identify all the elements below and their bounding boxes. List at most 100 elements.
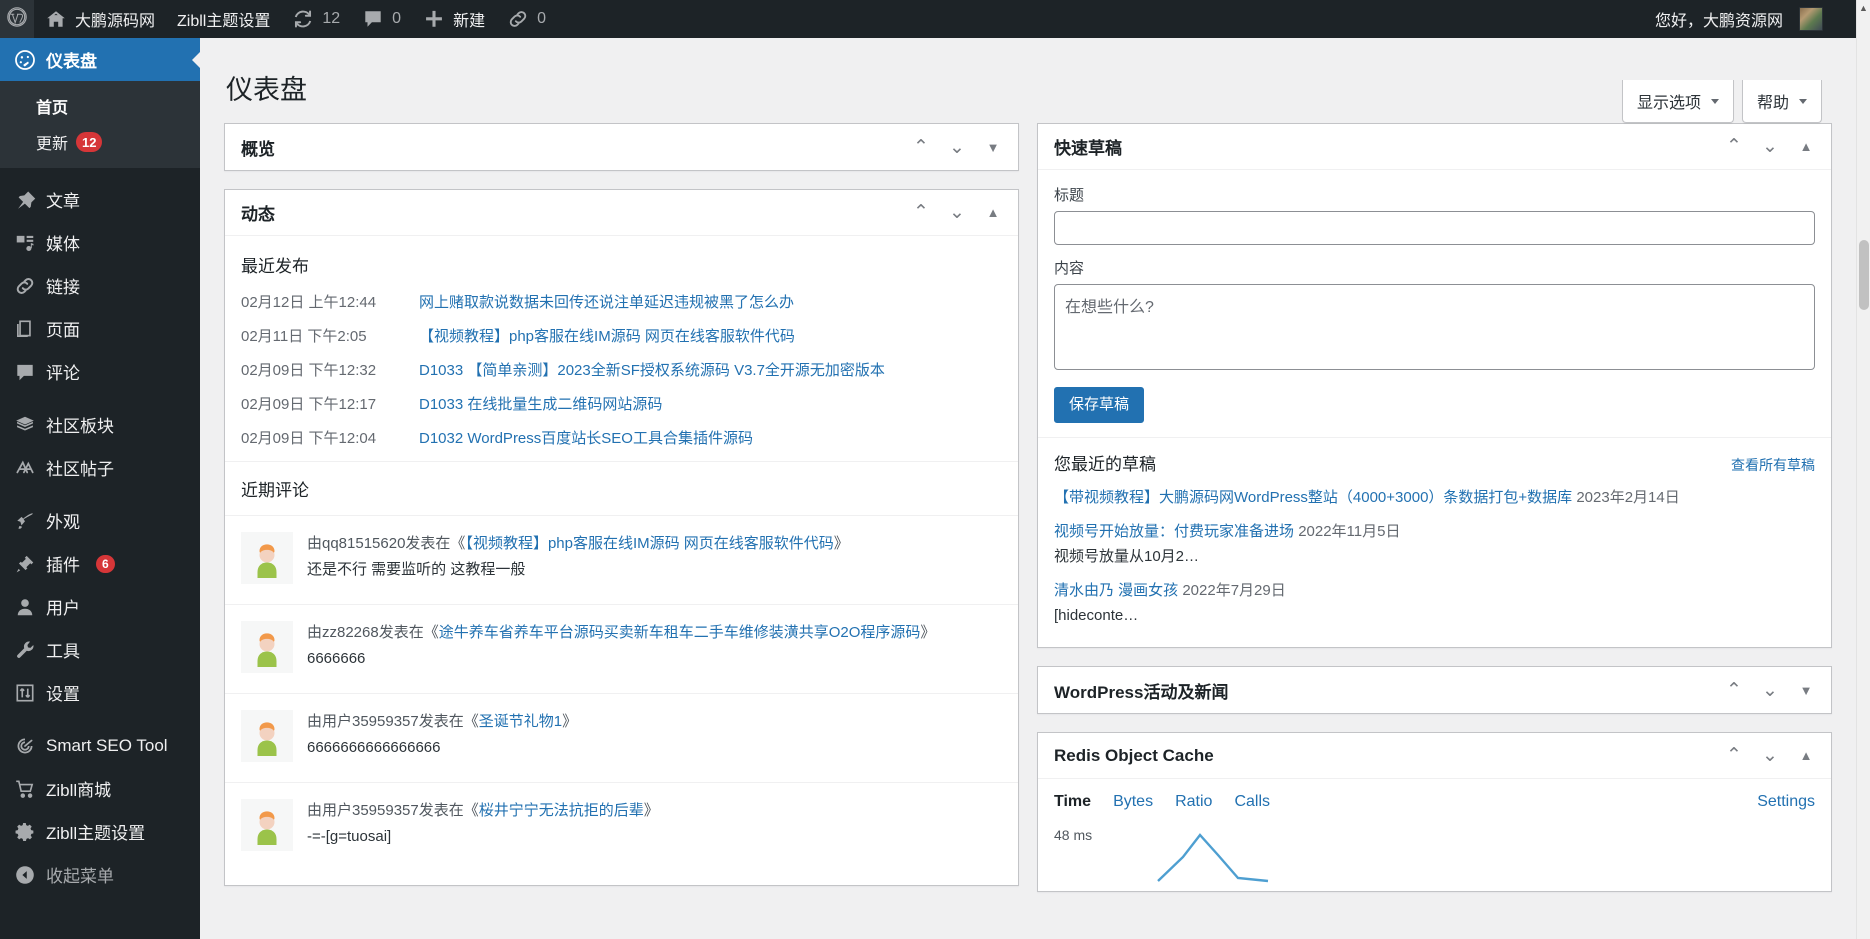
- redis-chart-line: [1128, 821, 1688, 891]
- view-all-drafts-link[interactable]: 查看所有草稿: [1731, 455, 1815, 475]
- tab-bytes[interactable]: Bytes: [1113, 793, 1153, 811]
- tab-calls[interactable]: Calls: [1234, 793, 1270, 811]
- updates-count: 12: [322, 10, 340, 28]
- recent-drafts-header: 您最近的草稿 查看所有草稿: [1054, 450, 1815, 475]
- scroll-up-arrow-icon[interactable]: ▲: [1857, 0, 1870, 15]
- settings-sliders-icon: [14, 682, 36, 704]
- screen-options-button[interactable]: 显示选项: [1622, 80, 1734, 123]
- draft-content-textarea[interactable]: [1054, 284, 1815, 370]
- new-content-button[interactable]: 新建: [412, 0, 496, 38]
- admin-bar: 大鹏源码网 Zibll主题设置 12 0: [0, 0, 1870, 38]
- sidebar-item-pages[interactable]: 页面: [0, 307, 200, 350]
- menu-separator: [0, 168, 200, 178]
- comment-post-link[interactable]: 桜井宁宁无法抗拒的后辈: [479, 802, 644, 819]
- comment-text: 还是不行 需要监听的 这教程一般: [307, 558, 849, 581]
- move-up-icon[interactable]: ⌃: [910, 136, 932, 158]
- comment-suffix: 》: [834, 535, 849, 552]
- sidebar-item-comments[interactable]: 评论: [0, 350, 200, 393]
- toggle-panel-icon[interactable]: ▲: [1795, 136, 1817, 158]
- panel-quick-draft-body: 标题 内容 保存草稿 您最近的草稿 查看所有草稿: [1038, 170, 1831, 647]
- sidebar-item-zibll-theme-settings[interactable]: Zibll主题设置: [0, 810, 200, 853]
- panel-title: WordPress活动及新闻: [1054, 678, 1228, 703]
- comment-post-link[interactable]: 圣诞节礼物1: [479, 713, 562, 730]
- help-button[interactable]: 帮助: [1742, 80, 1822, 123]
- toggle-panel-icon[interactable]: ▼: [1795, 679, 1817, 701]
- sidebar-item-label: 页面: [46, 316, 80, 341]
- avatar: [241, 799, 293, 851]
- toggle-panel-icon[interactable]: ▼: [982, 136, 1004, 158]
- draft-title-input[interactable]: [1054, 211, 1815, 245]
- move-down-icon[interactable]: ⌄: [1759, 136, 1781, 158]
- sidebar-item-label: 仪表盘: [46, 47, 97, 72]
- move-up-icon[interactable]: ⌃: [1723, 136, 1745, 158]
- comment-post-link[interactable]: 【视频教程】php客服在线IM源码 网页在线客服软件代码: [465, 535, 833, 552]
- redis-settings-link[interactable]: Settings: [1757, 793, 1815, 811]
- move-up-icon[interactable]: ⌃: [910, 202, 932, 224]
- dashboard-column-left: 概览 ⌃ ⌄ ▼ 动态 ⌃ ⌄: [224, 123, 1019, 910]
- sidebar-item-label: 媒体: [46, 230, 80, 255]
- submenu-item-updates[interactable]: 更新 12: [0, 124, 200, 160]
- theme-settings-button[interactable]: Zibll主题设置: [166, 0, 281, 38]
- sidebar-item-label: 设置: [46, 680, 80, 705]
- post-title-link[interactable]: D1032 WordPress百度站长SEO工具合集插件源码: [419, 427, 753, 448]
- adminbar-links-button[interactable]: 0: [496, 0, 557, 38]
- toggle-panel-icon[interactable]: ▲: [1795, 745, 1817, 767]
- draft-title-link[interactable]: 【带视频教程】大鹏源码网WordPress整站（4000+3000）条数据打包+…: [1054, 489, 1572, 506]
- plugins-badge: 6: [96, 555, 115, 573]
- sidebar-item-users[interactable]: 用户: [0, 585, 200, 628]
- panel-overview: 概览 ⌃ ⌄ ▼: [224, 123, 1019, 171]
- sidebar-item-plugins[interactable]: 插件 6: [0, 542, 200, 585]
- post-title-link[interactable]: 网上赌取款说数据未回传还说注单延迟违规被黑了怎么办: [419, 291, 794, 312]
- comment-post-link[interactable]: 途牛养车省养车平台源码买卖新车租车二手车维修装潢共享O2O程序源码: [439, 624, 921, 641]
- move-up-icon[interactable]: ⌃: [1723, 679, 1745, 701]
- draft-date: 2023年2月14日: [1576, 489, 1679, 506]
- draft-title-link[interactable]: 视频号开始放量：付费玩家准备进场: [1054, 523, 1294, 540]
- draft-title-link[interactable]: 清水由乃 漫画女孩: [1054, 582, 1178, 599]
- panel-quick-draft-header: 快速草稿 ⌃ ⌄ ▲: [1038, 124, 1831, 170]
- sidebar-item-settings[interactable]: 设置: [0, 671, 200, 714]
- screen-meta-links: 显示选项 帮助: [1622, 80, 1822, 123]
- sidebar-item-dashboard[interactable]: 仪表盘: [0, 38, 200, 81]
- comment-list-item: 由用户35959357发表在《桜井宁宁无法抗拒的后辈》 -=-[g=tuosai…: [225, 782, 1018, 871]
- post-date: 02月09日 下午12:32: [241, 359, 393, 380]
- sidebar-item-smart-seo-tool[interactable]: Smart SEO Tool: [0, 724, 200, 767]
- updates-button[interactable]: 12: [281, 0, 351, 38]
- sidebar-item-forum-boards[interactable]: 社区板块: [0, 403, 200, 446]
- wordpress-logo-button[interactable]: [0, 0, 34, 38]
- sidebar-item-posts[interactable]: 文章: [0, 178, 200, 221]
- account-menu[interactable]: 您好，大鹏资源网: [1644, 0, 1834, 38]
- tab-time[interactable]: Time: [1054, 793, 1091, 811]
- move-down-icon[interactable]: ⌄: [946, 136, 968, 158]
- move-down-icon[interactable]: ⌄: [946, 202, 968, 224]
- comment-author-prefix: 由zz82268发表在《: [307, 624, 439, 641]
- chevron-down-icon: [1799, 99, 1807, 104]
- move-up-icon[interactable]: ⌃: [1723, 745, 1745, 767]
- draft-content-label: 内容: [1054, 257, 1815, 278]
- sidebar-item-links[interactable]: 链接: [0, 264, 200, 307]
- collapse-menu-button[interactable]: 收起菜单: [0, 853, 200, 896]
- submenu-item-home[interactable]: 首页: [0, 88, 200, 124]
- save-draft-button[interactable]: 保存草稿: [1054, 387, 1144, 423]
- sidebar-item-zibll-shop[interactable]: Zibll商城: [0, 767, 200, 810]
- post-title-link[interactable]: D1033 【简单亲测】2023全新SF授权系统源码 V3.7全开源无加密版本: [419, 359, 885, 380]
- sidebar-item-media[interactable]: 媒体: [0, 221, 200, 264]
- toggle-panel-icon[interactable]: ▲: [982, 202, 1004, 224]
- move-down-icon[interactable]: ⌄: [1759, 679, 1781, 701]
- comments-button[interactable]: 0: [351, 0, 412, 38]
- recent-drafts-block: 您最近的草稿 查看所有草稿 【带视频教程】大鹏源码网WordPress整站（40…: [1038, 437, 1831, 634]
- media-icon: [14, 232, 36, 254]
- scrollbar-thumb[interactable]: [1859, 240, 1869, 310]
- post-title-link[interactable]: 【视频教程】php客服在线IM源码 网页在线客服软件代码: [419, 325, 795, 346]
- page-scrollbar[interactable]: ▲: [1856, 0, 1870, 939]
- move-down-icon[interactable]: ⌄: [1759, 745, 1781, 767]
- sidebar-item-tools[interactable]: 工具: [0, 628, 200, 671]
- sidebar-item-appearance[interactable]: 外观: [0, 499, 200, 542]
- comment-text: -=-[g=tuosai]: [307, 825, 659, 848]
- post-title-link[interactable]: D1033 在线批量生成二维码网站源码: [419, 393, 662, 414]
- sidebar-item-forum-topics[interactable]: 社区帖子: [0, 446, 200, 489]
- screen-options-label: 显示选项: [1637, 89, 1701, 113]
- tab-ratio[interactable]: Ratio: [1175, 793, 1212, 811]
- redis-chart: 48 ms: [1038, 821, 1831, 891]
- panel-title: Redis Object Cache: [1054, 746, 1214, 766]
- site-name-button[interactable]: 大鹏源码网: [34, 0, 166, 38]
